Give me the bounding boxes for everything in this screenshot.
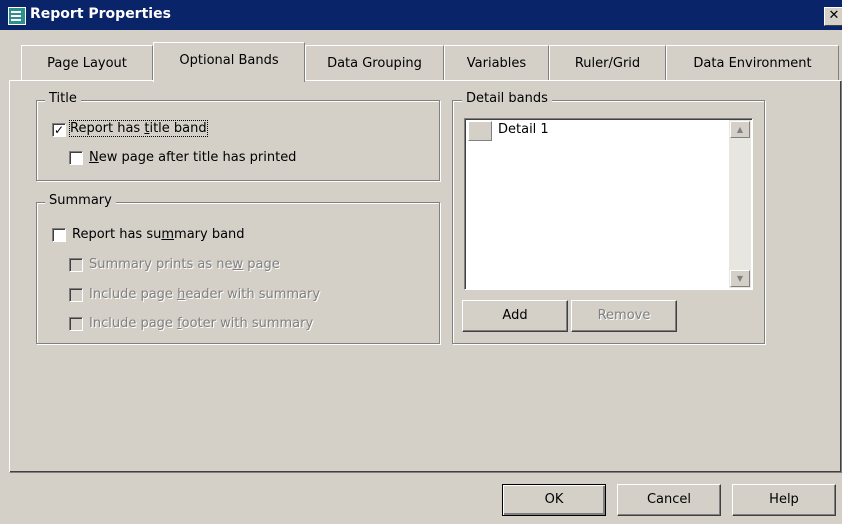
list-item[interactable]: Detail 1 — [498, 122, 549, 137]
summary-prints-new-page-label[interactable]: Summary prints as new page — [89, 257, 280, 272]
report-has-title-band-label[interactable]: Report has title band — [69, 120, 208, 137]
scroll-down-icon[interactable]: ▼ — [730, 270, 750, 287]
report-has-summary-band-checkbox[interactable] — [52, 228, 66, 242]
detail-bands-legend: Detail bands — [462, 91, 552, 106]
report-app-icon — [8, 7, 26, 25]
tab-variables[interactable]: Variables — [444, 45, 549, 81]
report-has-title-band-checkbox[interactable]: ✓ — [52, 123, 66, 137]
close-icon[interactable]: ✕ — [824, 7, 842, 26]
scroll-up-icon[interactable]: ▲ — [730, 121, 750, 138]
help-button[interactable]: Help — [732, 484, 836, 516]
ok-button[interactable]: OK — [502, 484, 606, 516]
summary-group-legend: Summary — [45, 193, 116, 208]
detail-bands-scrollbar[interactable] — [729, 120, 751, 288]
tab-page-layout[interactable]: Page Layout — [21, 45, 153, 81]
band-swatch-icon — [468, 121, 492, 141]
cancel-button[interactable]: Cancel — [617, 484, 721, 516]
add-band-button[interactable]: Add — [462, 300, 568, 332]
summary-prints-new-page-checkbox[interactable] — [69, 258, 83, 272]
title-group — [36, 100, 440, 181]
tab-data-grouping[interactable]: Data Grouping — [305, 45, 444, 81]
tab-ruler-grid[interactable]: Ruler/Grid — [549, 45, 666, 81]
new-page-after-title-label[interactable]: New page after title has printed — [89, 150, 296, 165]
detail-bands-list[interactable] — [464, 118, 753, 290]
include-page-header-checkbox[interactable] — [69, 288, 83, 302]
tab-optional-bands[interactable]: Optional Bands — [153, 42, 305, 82]
include-page-footer-checkbox[interactable] — [69, 317, 83, 331]
remove-band-button[interactable]: Remove — [571, 300, 677, 332]
include-page-header-label[interactable]: Include page header with summary — [89, 287, 320, 302]
report-has-summary-band-label[interactable]: Report has summary band — [72, 227, 245, 242]
title-group-legend: Title — [45, 91, 81, 106]
include-page-footer-label[interactable]: Include page footer with summary — [89, 316, 313, 331]
tab-data-environment[interactable]: Data Environment — [666, 45, 839, 81]
new-page-after-title-checkbox[interactable] — [69, 151, 83, 165]
window-title: Report Properties — [30, 6, 171, 22]
title-bar: Report Properties ✕ — [0, 0, 842, 30]
